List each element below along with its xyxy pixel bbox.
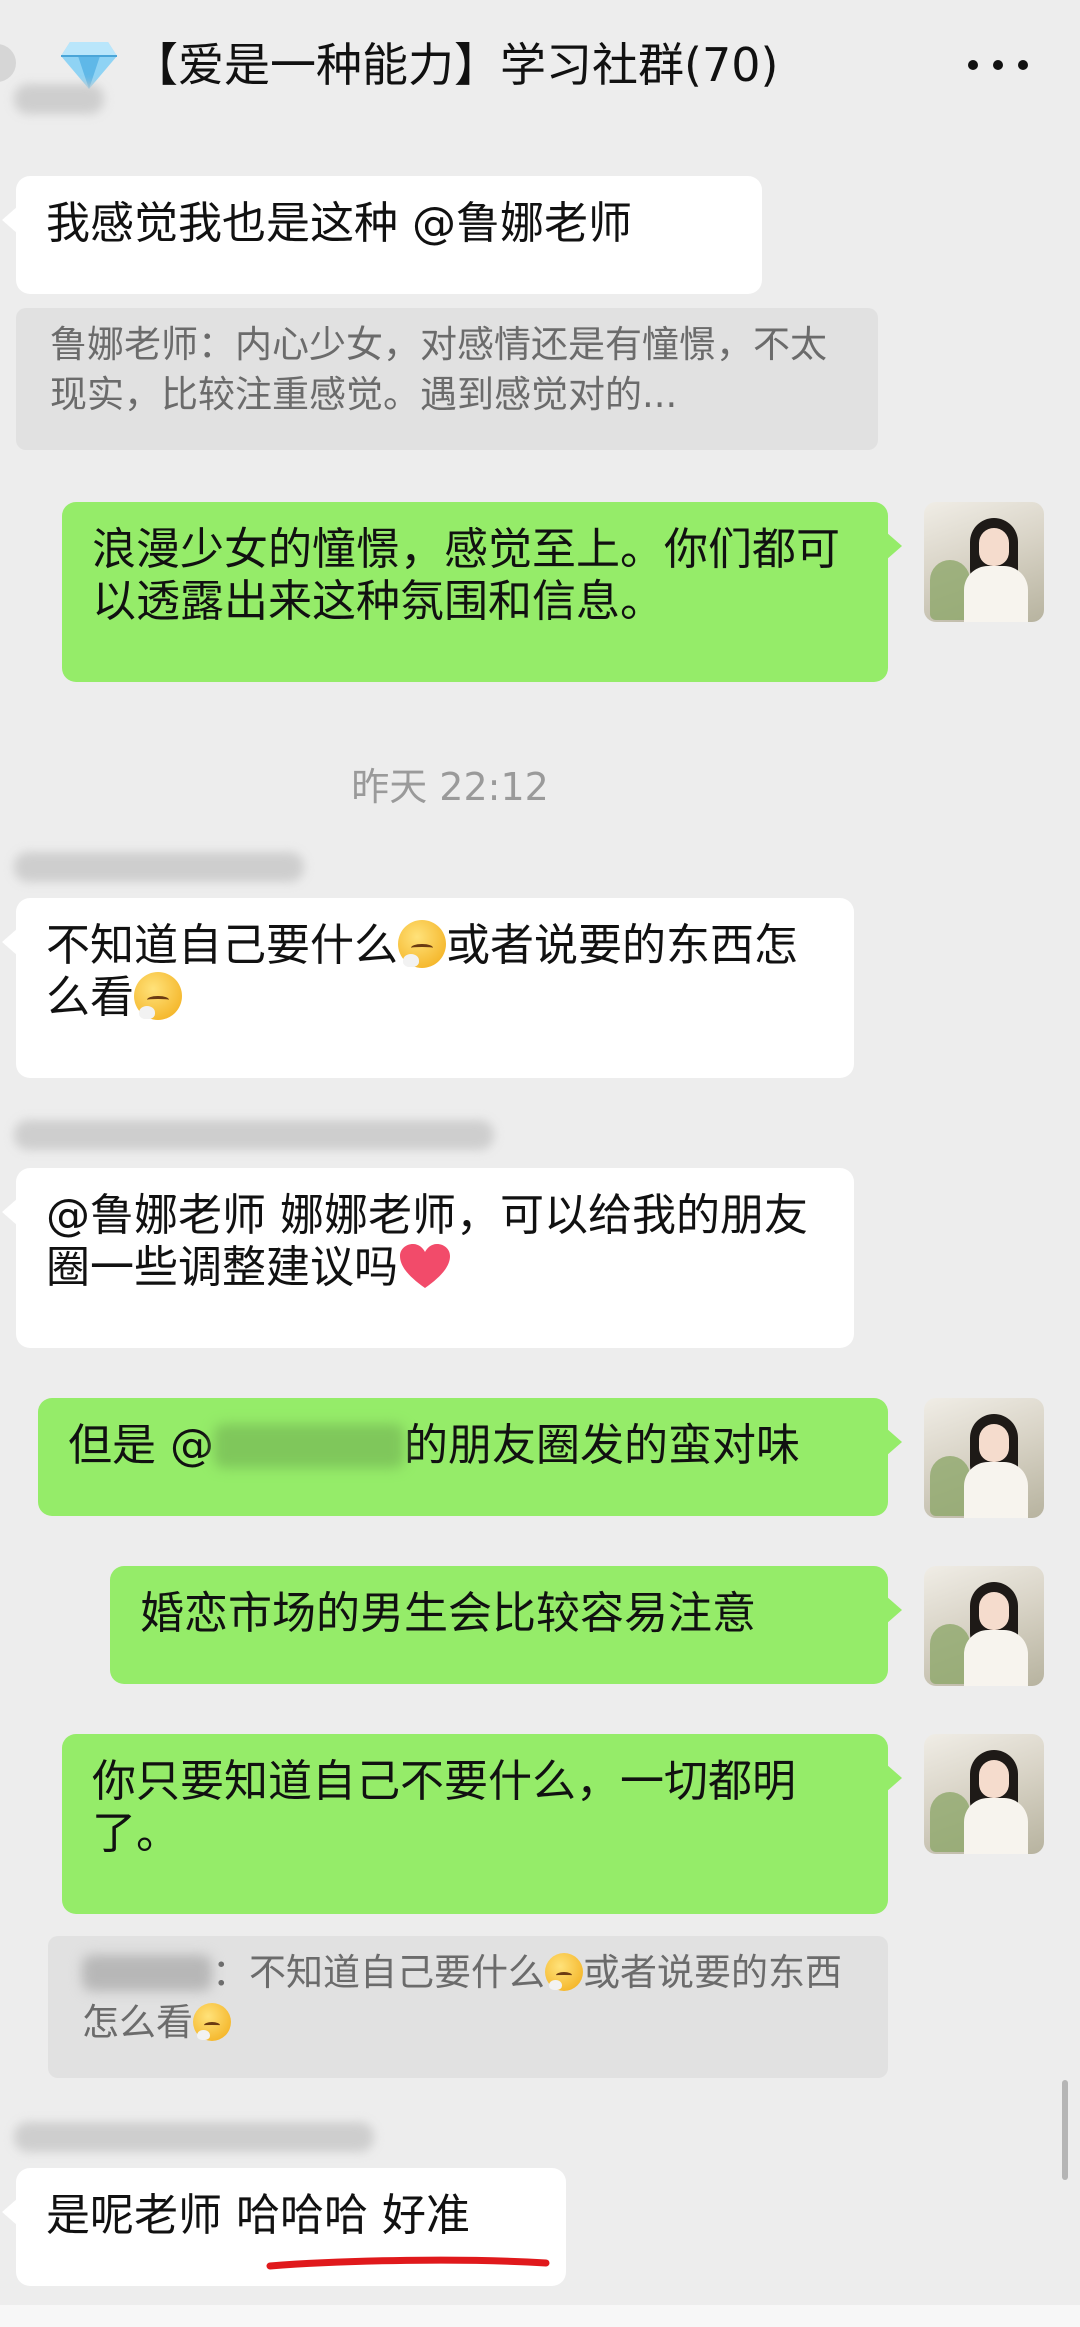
- sender-name-redacted: [14, 2122, 374, 2152]
- quoted-text: 鲁娜老师：内心少女，对感情还是有憧憬，不太现实，比较注重感觉。遇到感觉对的...: [50, 323, 827, 416]
- message-bubble-self[interactable]: 你只要知道自己不要什么，一切都明了。: [62, 1734, 902, 1914]
- worried-face-emoji: [398, 920, 446, 968]
- bottom-edge: [0, 2305, 1080, 2327]
- message-bubble[interactable]: 我感觉我也是这种 @鲁娜老师: [2, 176, 762, 294]
- message-text: 不知道自己要什么 或者说要的东西怎么看: [46, 920, 798, 1023]
- red-heart-icon: [400, 1244, 450, 1288]
- timestamp: 昨天 22:12: [351, 765, 549, 809]
- worried-face-emoji: [193, 2003, 231, 2041]
- quoted-text: ：不知道自己要什么 或者说要的东西怎么看: [82, 1951, 842, 2044]
- diamond-icon: [61, 42, 117, 89]
- message-bubble-self[interactable]: 婚恋市场的男生会比较容易注意: [110, 1566, 902, 1684]
- redacted-mention: [214, 1424, 404, 1468]
- message-text: 但是 @ 的朋友圈发的蛮对味: [68, 1420, 800, 1471]
- avatar[interactable]: [924, 1398, 1044, 1518]
- message-bubble[interactable]: 不知道自己要什么 或者说要的东西怎么看: [2, 898, 854, 1078]
- quoted-message[interactable]: 鲁娜老师：内心少女，对感情还是有憧憬，不太现实，比较注重感觉。遇到感觉对的...: [16, 308, 878, 450]
- sender-name-redacted: [14, 852, 304, 882]
- sender-name-redacted: [14, 1120, 494, 1150]
- message-text: @鲁娜老师 娜娜老师，可以给我的朋友圈一些调整建议吗: [46, 1190, 808, 1293]
- message-bubble-self[interactable]: 浪漫少女的憧憬，感觉至上。你们都可以透露出来这种氛围和信息。: [62, 502, 902, 682]
- back-button[interactable]: [0, 44, 16, 82]
- message-bubble-self[interactable]: 但是 @ 的朋友圈发的蛮对味: [38, 1398, 902, 1516]
- worried-face-emoji: [545, 1953, 583, 1991]
- chat-header: 【爱是一种能力】学习社群(70): [0, 0, 1080, 130]
- scrollbar[interactable]: [1062, 2080, 1068, 2180]
- more-dots-icon[interactable]: [968, 30, 1028, 100]
- message-text: 是呢老师 哈哈哈 好准: [46, 2190, 470, 2241]
- sender-name-redacted: [14, 84, 104, 114]
- red-underline-annotation: [266, 2256, 550, 2270]
- message-bubble[interactable]: @鲁娜老师 娜娜老师，可以给我的朋友圈一些调整建议吗: [2, 1168, 854, 1348]
- message-text: 你只要知道自己不要什么，一切都明了。: [92, 1756, 796, 1859]
- worried-face-emoji: [134, 972, 182, 1020]
- chat-title: 【爱是一种能力】学习社群(70): [132, 38, 779, 92]
- quoted-message[interactable]: ：不知道自己要什么 或者说要的东西怎么看: [48, 1936, 888, 2078]
- avatar[interactable]: [924, 1566, 1044, 1686]
- message-text: 婚恋市场的男生会比较容易注意: [140, 1588, 756, 1639]
- avatar[interactable]: [924, 1734, 1044, 1854]
- redacted-name: [82, 1955, 212, 1991]
- avatar[interactable]: [924, 502, 1044, 622]
- message-text: 浪漫少女的憧憬，感觉至上。你们都可以透露出来这种氛围和信息。: [92, 524, 840, 627]
- message-text: 我感觉我也是这种 @鲁娜老师: [46, 198, 632, 249]
